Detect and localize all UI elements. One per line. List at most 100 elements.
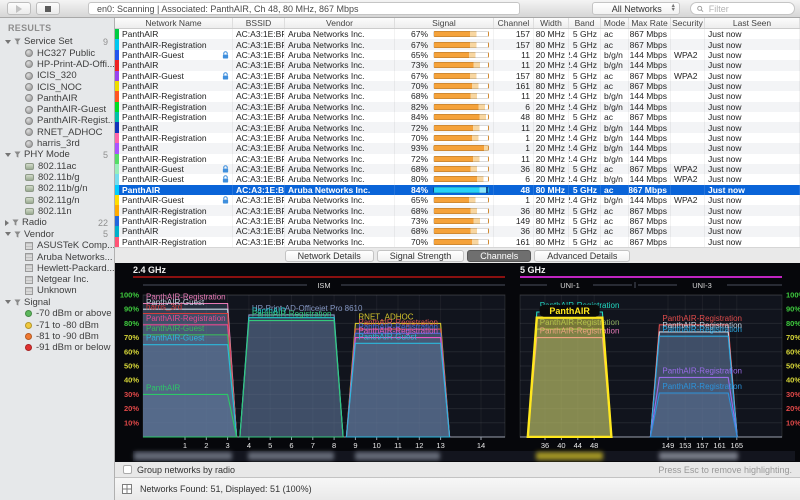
sidebar-item-hc327-public[interactable]: HC327 Public <box>0 48 114 59</box>
signal-bar <box>433 83 489 89</box>
disclosure-triangle-icon[interactable] <box>5 300 11 304</box>
sidebar-section-signal[interactable]: Signal <box>0 297 114 309</box>
grid-view-icon[interactable] <box>122 484 132 494</box>
scan-stop-button[interactable] <box>36 2 60 15</box>
sidebar-section-radio[interactable]: Radio22 <box>0 217 114 229</box>
table-row[interactable]: PanthAIR-RegistrationAC:A3:1E:BF:...Arub… <box>115 154 800 164</box>
table-row[interactable]: PanthAIRAC:A3:1E:BF:...Aruba Networks In… <box>115 60 800 70</box>
sidebar-item-panthair-guest[interactable]: PanthAIR-Guest <box>0 104 114 115</box>
signal-legend-item: -70 dBm or above <box>0 308 114 319</box>
sidebar-item-802-11b-g-n[interactable]: 802.11b/g/n <box>0 183 114 194</box>
table-row[interactable]: PanthAIRAC:A3:1E:BF:...Aruba Networks In… <box>115 81 800 91</box>
table-row[interactable]: PanthAIR-RegistrationAC:A3:1E:BF:...Arub… <box>115 237 800 247</box>
table-row[interactable]: PanthAIRAC:A3:1E:BF:...Aruba Networks In… <box>115 143 800 153</box>
sidebar-item-802-11ac[interactable]: 802.11ac <box>0 161 114 172</box>
sidebar-item-icis-noc[interactable]: ICIS_NOC <box>0 81 114 92</box>
column-header-vendor[interactable]: Vendor <box>285 18 395 28</box>
globe-icon <box>25 140 33 148</box>
sidebar-item-rnet-adhoc[interactable]: RNET_ADHOC <box>0 127 114 138</box>
disclosure-triangle-icon[interactable] <box>5 232 11 236</box>
column-header-max-rate[interactable]: Max Rate <box>629 18 671 28</box>
table-row[interactable]: PanthAIR-GuestAC:A3:1E:BF:...Aruba Netwo… <box>115 174 800 184</box>
cell-last_seen: Just now <box>705 133 800 143</box>
cell-last_seen: Just now <box>705 174 800 184</box>
table-row[interactable]: PanthAIR-RegistrationAC:A3:1E:BF:...Arub… <box>115 216 800 226</box>
disclosure-triangle-icon[interactable] <box>5 153 11 157</box>
column-header-last-seen[interactable]: Last Seen <box>705 18 800 28</box>
table-row[interactable]: PanthAIR-RegistrationAC:A3:1E:BF:...Arub… <box>115 91 800 101</box>
signal-bar <box>433 208 489 214</box>
signal-percent: 70% <box>398 81 428 91</box>
network-curve-panthair[interactable] <box>133 394 236 437</box>
network-curve-panthair-registration[interactable] <box>650 393 737 437</box>
sidebar-item-panthair-regist[interactable]: PanthAIR-Regist... <box>0 115 114 126</box>
filter-input[interactable] <box>707 3 788 15</box>
scan-play-button[interactable] <box>7 2 31 15</box>
y-tick-left: 20% <box>124 404 139 413</box>
tab-signal-strength[interactable]: Signal Strength <box>377 250 465 262</box>
cell-max_rate: 144 Mbps <box>629 102 671 112</box>
cell-signal: 82% <box>395 102 494 112</box>
table-row[interactable]: PanthAIR-RegistrationAC:A3:1E:BF:...Arub… <box>115 39 800 49</box>
sidebar-item-hewlett-packard[interactable]: Hewlett-Packard... <box>0 263 114 274</box>
y-tick-left: 60% <box>124 347 139 356</box>
sidebar-item-label: PanthAIR-Regist... <box>37 115 114 126</box>
disclosure-triangle-icon[interactable] <box>5 40 11 44</box>
sidebar-item-netgear-inc[interactable]: Netgear Inc. <box>0 274 114 285</box>
network-curve-panthair-registration[interactable] <box>240 321 343 437</box>
cell-security <box>671 39 705 49</box>
column-header-band[interactable]: Band <box>569 18 601 28</box>
network-name: PanthAIR-Registration <box>122 112 207 122</box>
sidebar-item-802-11g-n[interactable]: 802.11g/n <box>0 195 114 206</box>
filter-search-field[interactable] <box>690 2 795 15</box>
network-filter-dropdown[interactable]: All Networks ▲▼ <box>592 2 680 15</box>
column-header-bssid[interactable]: BSSID <box>233 18 285 28</box>
table-row[interactable]: PanthAIR-GuestAC:A3:1E:BF:...Aruba Netwo… <box>115 164 800 174</box>
signal-percent: 68% <box>398 91 428 101</box>
sidebar-item-panthair[interactable]: PanthAIR <box>0 93 114 104</box>
column-header-width[interactable]: Width <box>534 18 569 28</box>
table-row[interactable]: PanthAIR-RegistrationAC:A3:1E:BF:...Arub… <box>115 133 800 143</box>
sidebar-item-802-11n[interactable]: 802.11n <box>0 206 114 217</box>
column-header-signal[interactable]: Signal <box>395 18 494 28</box>
sidebar-item-asustek-comp[interactable]: ASUSTeK Comp... <box>0 240 114 251</box>
sidebar-section-phy-mode[interactable]: PHY Mode5 <box>0 149 114 161</box>
cell-name: PanthAIR-Registration <box>119 205 233 215</box>
column-header-network-name[interactable]: Network Name <box>115 18 233 28</box>
sidebar-item-aruba-networks[interactable]: Aruba Networks... <box>0 251 114 262</box>
table-row[interactable]: PanthAIRAC:A3:1E:BF:...Aruba Networks In… <box>115 185 800 195</box>
cell-max_rate: 144 Mbps <box>629 50 671 60</box>
tab-network-details[interactable]: Network Details <box>285 250 374 262</box>
sidebar-item-hp-print-ad-offi[interactable]: HP-Print-AD-Offi... <box>0 59 114 70</box>
sidebar-item-802-11b-g[interactable]: 802.11b/g <box>0 172 114 183</box>
table-row[interactable]: PanthAIR-GuestAC:A3:1E:BF:...Aruba Netwo… <box>115 71 800 81</box>
table-row[interactable]: PanthAIRAC:A3:1E:BF:...Aruba Networks In… <box>115 29 800 39</box>
y-tick-left: 70% <box>124 333 139 342</box>
cell-name: PanthAIR <box>119 122 233 132</box>
table-row[interactable]: PanthAIR-RegistrationAC:A3:1E:BF:...Arub… <box>115 205 800 215</box>
cell-name: PanthAIR-Guest <box>119 164 233 174</box>
table-row[interactable]: PanthAIR-RegistrationAC:A3:1E:BF:...Arub… <box>115 102 800 112</box>
table-row[interactable]: PanthAIR-GuestAC:A3:1E:BF:...Aruba Netwo… <box>115 50 800 60</box>
sidebar-section-vendor[interactable]: Vendor5 <box>0 229 114 241</box>
sidebar-item-label: 802.11b/g <box>38 172 80 183</box>
tab-advanced-details[interactable]: Advanced Details <box>534 250 630 262</box>
table-row[interactable]: PanthAIR-RegistrationAC:A3:1E:BF:...Arub… <box>115 112 800 122</box>
sidebar-item-icis-320[interactable]: ICIS_320 <box>0 70 114 81</box>
sidebar-item-unknown[interactable]: Unknown <box>0 285 114 296</box>
sidebar-item-harris-3rd[interactable]: harris_3rd <box>0 138 114 149</box>
sidebar-section-service-set[interactable]: Service Set9 <box>0 36 114 48</box>
cell-width: 20 MHz <box>534 133 569 143</box>
toolbar: en0: Scanning | Associated: PanthAIR, Ch… <box>0 0 800 18</box>
group-by-radio-checkbox[interactable] <box>123 465 132 474</box>
column-header-channel[interactable]: Channel <box>494 18 534 28</box>
disclosure-triangle-icon[interactable] <box>5 220 9 226</box>
table-row[interactable]: PanthAIRAC:A3:1E:BF:...Aruba Networks In… <box>115 226 800 236</box>
tab-channels[interactable]: Channels <box>467 250 531 262</box>
column-header-mode[interactable]: Mode <box>601 18 629 28</box>
column-header-security[interactable]: Security <box>671 18 705 28</box>
network-curve-panthair[interactable] <box>528 318 612 437</box>
table-row[interactable]: PanthAIRAC:A3:1E:BF:...Aruba Networks In… <box>115 122 800 132</box>
network-curve-panthair-guest[interactable] <box>346 343 449 437</box>
table-row[interactable]: PanthAIR-GuestAC:A3:1E:BF:...Aruba Netwo… <box>115 195 800 205</box>
